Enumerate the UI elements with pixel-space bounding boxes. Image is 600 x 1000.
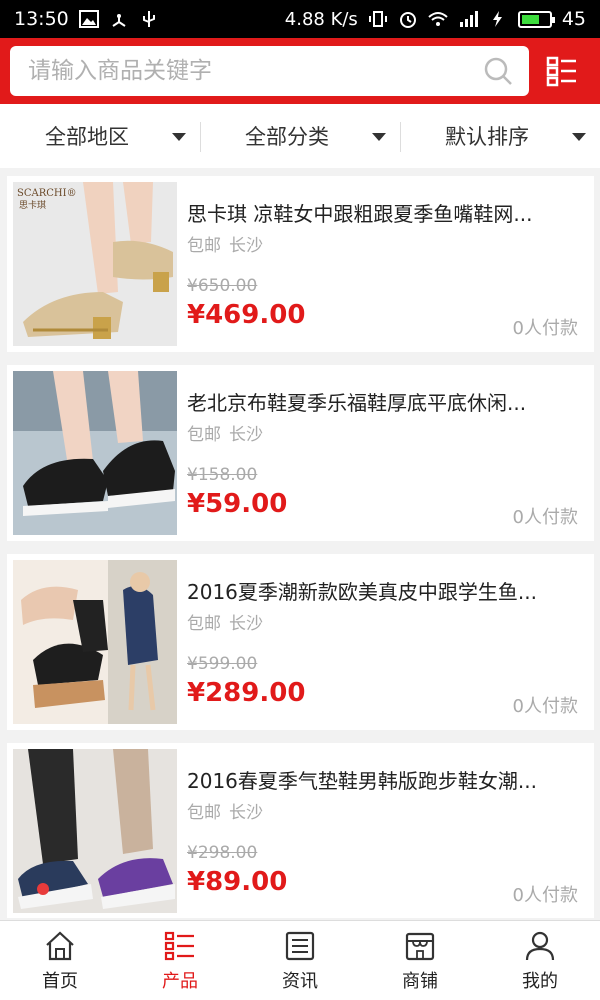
home-icon [46,931,74,960]
location-label: 长沙 [229,614,263,634]
product-title[interactable]: 思卡琪 凉鞋女中跟粗跟夏季鱼嘴鞋网... [187,198,582,227]
sales-count: 0人付款 [512,885,578,906]
current-price: ¥89.00 [187,867,288,897]
category-menu-button[interactable] [535,46,590,96]
sandal-product-image [13,560,177,724]
filter-category-dropdown[interactable]: 全部分类 [200,104,400,168]
caret-down-icon [372,133,386,141]
news-icon [285,931,315,960]
sales-count: 0人付款 [512,696,578,717]
nav-news[interactable]: 资讯 [240,921,360,1000]
filter-sort-label: 默认排序 [445,125,529,149]
original-price: ¥158.00 [187,465,258,485]
nav-profile[interactable]: 我的 [480,921,600,1000]
status-left: 13:50 [14,8,159,30]
network-speed: 4.88 K/s [284,8,358,30]
product-image[interactable] [13,560,177,724]
product-meta: 包邮 长沙 [187,798,263,823]
product-list: SCARCHI® 思卡琪 思卡琪 凉鞋女中跟粗跟夏季鱼嘴鞋网... 包邮 长沙 ¥… [0,176,600,918]
product-image[interactable] [13,371,177,535]
shipping-label: 包邮 [187,425,221,445]
product-meta: 包邮 长沙 [187,609,263,634]
nav-profile-label: 我的 [522,970,558,992]
original-price: ¥650.00 [187,276,258,296]
location-label: 长沙 [229,803,263,823]
user-icon [525,931,555,960]
nav-home[interactable]: 首页 [0,921,120,1000]
product-title[interactable]: 2016春夏季气垫鞋男韩版跑步鞋女潮... [187,765,582,794]
image-notification-icon [78,10,99,28]
sandal-product-image: SCARCHI® 思卡琪 [13,182,177,346]
product-card[interactable]: 老北京布鞋夏季乐福鞋厚底平底休闲... 包邮 长沙 ¥158.00 ¥59.00 … [7,365,594,541]
battery-icon [517,10,555,28]
shipping-label: 包邮 [187,236,221,256]
current-price: ¥469.00 [187,300,306,330]
nav-products[interactable]: 产品 [120,921,240,1000]
status-right: 4.88 K/s 45 [285,8,586,30]
search-box[interactable] [10,46,529,96]
wifi-icon [428,12,448,26]
original-price: ¥298.00 [187,843,258,863]
battery-level: 45 [561,8,586,30]
search-icon[interactable] [483,56,513,86]
list-icon [164,931,194,960]
header [0,38,600,104]
nav-shop[interactable]: 商铺 [360,921,480,1000]
vibrate-icon [368,11,387,27]
current-price: ¥59.00 [187,489,288,519]
shipping-label: 包邮 [187,614,221,634]
location-label: 长沙 [229,425,263,445]
current-price: ¥289.00 [187,678,306,708]
status-bar: 13:50 4.88 K/s 45 [0,0,600,38]
product-image[interactable]: SCARCHI® 思卡琪 [13,182,177,346]
product-card[interactable]: 2016夏季潮新款欧美真皮中跟学生鱼... 包邮 长沙 ¥599.00 ¥289.… [7,554,594,730]
sales-count: 0人付款 [512,507,578,528]
status-time: 13:50 [14,8,69,30]
product-meta: 包邮 长沙 [187,420,263,445]
filter-region-label: 全部地区 [45,125,129,149]
brand-logo-cn: 思卡琪 [19,199,46,211]
search-input[interactable] [28,58,468,84]
caret-down-icon [572,133,586,141]
caret-down-icon [172,133,186,141]
filter-region-dropdown[interactable]: 全部地区 [0,104,200,168]
network-share-icon [112,14,126,27]
nav-shop-label: 商铺 [402,970,438,992]
category-list-icon [547,56,577,87]
filter-sort-dropdown[interactable]: 默认排序 [400,104,600,168]
product-title[interactable]: 老北京布鞋夏季乐福鞋厚底平底休闲... [187,387,582,416]
shipping-label: 包邮 [187,803,221,823]
product-title[interactable]: 2016夏季潮新款欧美真皮中跟学生鱼... [187,576,582,605]
product-meta: 包邮 长沙 [187,231,263,256]
product-image[interactable] [13,749,177,913]
nav-home-label: 首页 [42,970,78,992]
signal-icon [459,11,478,27]
filter-bar: 全部地区 全部分类 默认排序 [0,104,600,168]
usb-icon [142,11,155,27]
filter-category-label: 全部分类 [245,125,329,149]
bottom-nav: 首页 产品 资讯 商铺 我的 [0,920,600,1000]
charging-icon [492,11,502,27]
nav-news-label: 资讯 [282,970,318,992]
alarm-icon [399,12,416,28]
sneaker-product-image [13,371,177,535]
product-card[interactable]: SCARCHI® 思卡琪 思卡琪 凉鞋女中跟粗跟夏季鱼嘴鞋网... 包邮 长沙 ¥… [7,176,594,352]
location-label: 长沙 [229,236,263,256]
nav-products-label: 产品 [162,970,198,992]
product-card[interactable]: 2016春夏季气垫鞋男韩版跑步鞋女潮... 包邮 长沙 ¥298.00 ¥89.0… [7,743,594,918]
brand-logo: SCARCHI® [17,188,77,199]
sneaker-product-image [13,749,177,913]
sales-count: 0人付款 [512,318,578,339]
shop-icon [405,932,435,960]
original-price: ¥599.00 [187,654,258,674]
